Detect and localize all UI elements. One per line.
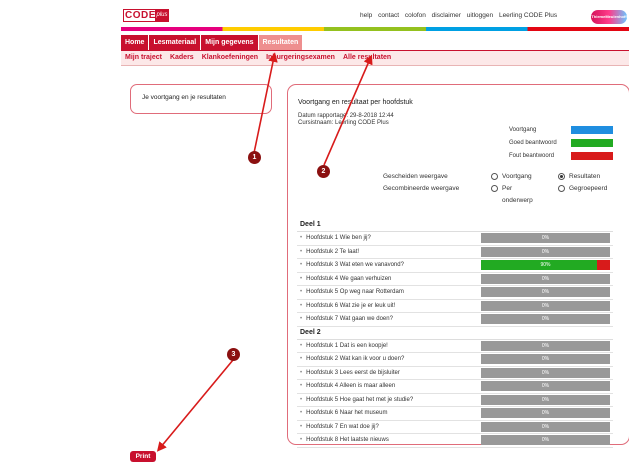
- annotation-marker-3: 3: [227, 348, 240, 361]
- arrow-3: [156, 359, 234, 452]
- print-button[interactable]: Print: [130, 451, 156, 462]
- annotation-marker-2: 2: [317, 165, 330, 178]
- annotation-marker-1: 1: [248, 151, 261, 164]
- arrow-1: [253, 52, 278, 154]
- annotation-arrows: [156, 52, 373, 452]
- arrow-2: [323, 54, 373, 166]
